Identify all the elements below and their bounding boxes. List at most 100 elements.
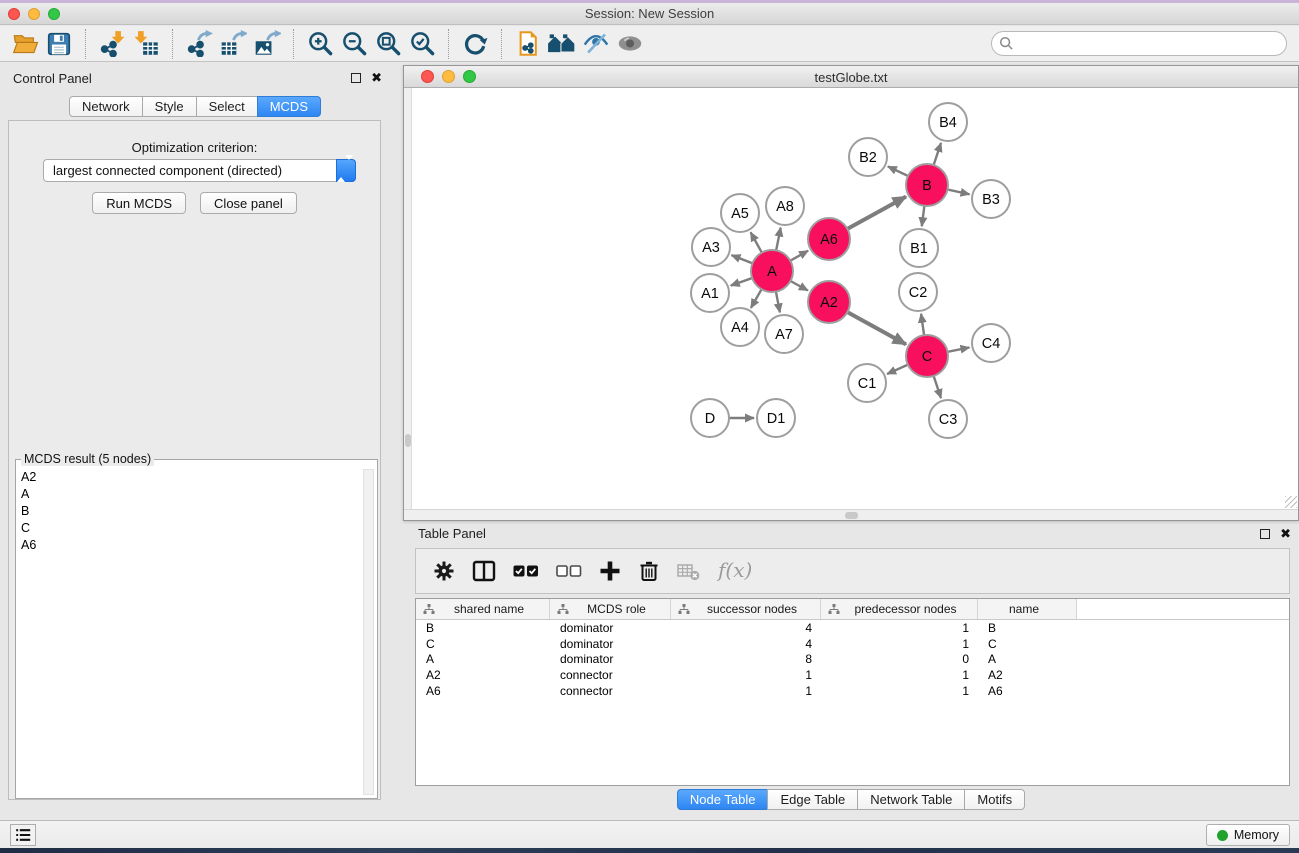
- export-network-icon[interactable]: [182, 28, 216, 60]
- table-toolbar: f(x): [415, 548, 1290, 594]
- cell-shared-name: C: [416, 637, 550, 651]
- resize-grip-icon[interactable]: [1285, 496, 1297, 508]
- column-label: predecessor nodes: [840, 602, 977, 616]
- mcds-result-item[interactable]: A: [18, 486, 362, 503]
- table-row[interactable]: A2connector11A2: [416, 667, 1289, 683]
- save-session-icon[interactable]: [42, 28, 76, 60]
- column-label: successor nodes: [690, 602, 820, 616]
- mcds-result-scrollbar[interactable]: [363, 469, 374, 795]
- tab-edge-table[interactable]: Edge Table: [767, 789, 858, 810]
- close-table-panel-icon[interactable]: ✖: [1280, 528, 1291, 540]
- cell-successor-nodes: 1: [671, 684, 821, 698]
- table-row[interactable]: Cdominator41C: [416, 636, 1289, 652]
- tab-motifs[interactable]: Motifs: [964, 789, 1025, 810]
- node-label-A2: A2: [820, 295, 838, 311]
- cell-mcds-role: connector: [550, 668, 671, 682]
- node-label-B1: B1: [910, 241, 928, 257]
- add-column-icon[interactable]: [599, 560, 621, 582]
- mcds-result-item[interactable]: C: [18, 520, 362, 537]
- cell-shared-name: B: [416, 621, 550, 635]
- column-label: shared name: [435, 602, 549, 616]
- table-row[interactable]: Bdominator41B: [416, 620, 1289, 636]
- optimization-criterion-label: Optimization criterion:: [9, 140, 380, 155]
- export-table-icon[interactable]: [216, 28, 250, 60]
- memory-button[interactable]: Memory: [1206, 824, 1290, 846]
- node-label-A3: A3: [702, 240, 720, 256]
- cell-successor-nodes: 4: [671, 621, 821, 635]
- optimization-criterion-select[interactable]: largest connected component (directed): [43, 159, 356, 182]
- home-icon[interactable]: [545, 28, 579, 60]
- search-icon: [999, 36, 1014, 51]
- mcds-result-list[interactable]: A2ABCA6: [18, 469, 362, 796]
- table-row[interactable]: Adominator80A: [416, 652, 1289, 668]
- show-columns-icon[interactable]: [472, 560, 496, 582]
- cell-mcds-role: dominator: [550, 621, 671, 635]
- toolbar-separator: [501, 29, 502, 59]
- tab-network[interactable]: Network: [69, 96, 143, 117]
- mcds-result-item[interactable]: B: [18, 503, 362, 520]
- tab-node-table[interactable]: Node Table: [677, 789, 769, 810]
- column-header-predecessor-nodes[interactable]: predecessor nodes: [821, 599, 978, 619]
- network-horizontal-scrollbar[interactable]: [404, 509, 1298, 520]
- zoom-out-icon[interactable]: [337, 28, 371, 60]
- column-header-successor-nodes[interactable]: successor nodes: [671, 599, 821, 619]
- mcds-result-item[interactable]: A2: [18, 469, 362, 486]
- cell-predecessor-nodes: 1: [821, 684, 978, 698]
- zoom-in-icon[interactable]: [303, 28, 337, 60]
- tab-mcds[interactable]: MCDS: [257, 96, 321, 117]
- table-options-icon[interactable]: [433, 560, 455, 582]
- delete-row-icon[interactable]: [638, 560, 660, 582]
- node-table-body: Bdominator41BCdominator41CAdominator80AA…: [416, 620, 1289, 699]
- refresh-layout-icon[interactable]: [458, 28, 492, 60]
- export-image-icon[interactable]: [250, 28, 284, 60]
- hide-panel-icon[interactable]: [579, 28, 613, 60]
- import-network-icon[interactable]: [95, 28, 129, 60]
- import-table-icon[interactable]: [129, 28, 163, 60]
- deselect-all-icon[interactable]: [556, 560, 582, 582]
- search-field[interactable]: [991, 31, 1287, 56]
- network-vertical-scrollbar[interactable]: [404, 88, 412, 509]
- control-panel-header: Control Panel ✖: [0, 65, 390, 93]
- function-builder-icon[interactable]: f(x): [717, 559, 755, 583]
- tab-style[interactable]: Style: [142, 96, 197, 117]
- mcds-panel: Optimization criterion: largest connecte…: [8, 120, 381, 800]
- zoom-selected-icon[interactable]: [405, 28, 439, 60]
- tab-select[interactable]: Select: [196, 96, 258, 117]
- mcds-result-item[interactable]: A6: [18, 537, 362, 554]
- table-row[interactable]: A6connector11A6: [416, 683, 1289, 699]
- column-label: name: [978, 602, 1076, 616]
- run-mcds-button[interactable]: Run MCDS: [92, 192, 186, 214]
- open-sample-icon[interactable]: [511, 28, 545, 60]
- node-label-C1: C1: [858, 376, 877, 392]
- open-session-icon[interactable]: [8, 28, 42, 60]
- cell-successor-nodes: 1: [671, 668, 821, 682]
- node-label-C2: C2: [909, 285, 928, 301]
- selected-criterion: largest connected component (directed): [53, 160, 282, 181]
- toolbar-separator: [293, 29, 294, 59]
- close-panel-icon[interactable]: ✖: [371, 72, 382, 84]
- column-header-mcds-role[interactable]: MCDS role: [550, 599, 671, 619]
- task-history-button[interactable]: [10, 824, 36, 846]
- show-panel-icon[interactable]: [613, 28, 647, 60]
- float-table-panel-icon[interactable]: [1260, 529, 1270, 539]
- close-panel-button[interactable]: Close panel: [200, 192, 297, 214]
- node-label-C4: C4: [982, 336, 1001, 352]
- column-header-name[interactable]: name: [978, 599, 1077, 619]
- column-header-shared-name[interactable]: shared name: [416, 599, 550, 619]
- zoom-fit-icon[interactable]: [371, 28, 405, 60]
- node-table[interactable]: shared nameMCDS role successor nodes prede…: [415, 598, 1290, 786]
- tab-network-table[interactable]: Network Table: [857, 789, 965, 810]
- node-table-header: shared nameMCDS role successor nodes prede…: [416, 599, 1289, 620]
- select-all-icon[interactable]: [513, 560, 539, 582]
- network-canvas[interactable]: AA1A2A3A4A5A6A7A8BB1B2B3B4CC1C2C3C4DD1: [404, 88, 1298, 509]
- cell-shared-name: A: [416, 652, 550, 666]
- network-title: testGlobe.txt: [404, 70, 1298, 85]
- float-panel-icon[interactable]: [351, 73, 361, 83]
- node-label-A8: A8: [776, 199, 794, 215]
- cell-name: C: [978, 637, 1077, 651]
- search-input[interactable]: [1019, 35, 1286, 52]
- delete-column-icon[interactable]: [677, 560, 700, 582]
- table-panel-tabs: Node TableEdge TableNetwork TableMotifs: [403, 789, 1299, 810]
- list-icon: [14, 827, 32, 843]
- node-label-C3: C3: [939, 412, 958, 428]
